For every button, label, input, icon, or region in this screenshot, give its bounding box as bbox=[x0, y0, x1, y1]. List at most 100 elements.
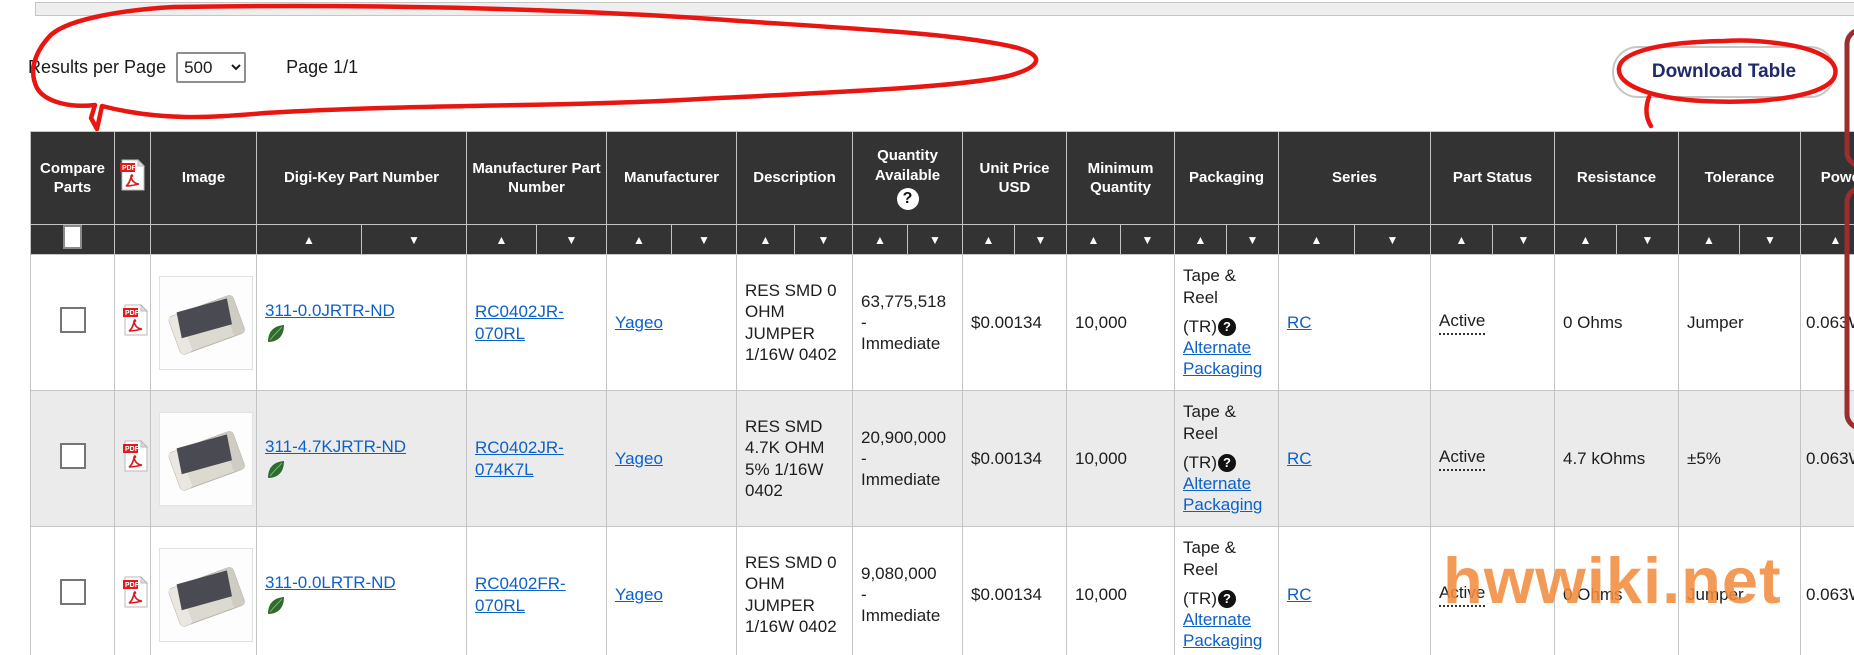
quantity-help-icon[interactable]: ? bbox=[897, 188, 919, 210]
sort-desc-button[interactable]: ▼ bbox=[1226, 225, 1278, 254]
part-status-value: Active bbox=[1439, 446, 1485, 470]
sort-desc-icon: ▼ bbox=[1247, 233, 1259, 247]
sort-asc-button[interactable]: ▲ bbox=[1679, 225, 1739, 254]
sort-asc-button[interactable]: ▲ bbox=[963, 225, 1014, 254]
sort-desc-button[interactable]: ▼ bbox=[671, 225, 736, 254]
header-quantity-available: Quantity Available ? bbox=[853, 132, 963, 225]
alternate-packaging-link[interactable]: Alternate Packaging bbox=[1183, 338, 1262, 378]
sort-asc-button[interactable]: ▲ bbox=[1555, 225, 1616, 254]
sort-desc-button[interactable]: ▼ bbox=[1739, 225, 1800, 254]
sort-asc-button[interactable]: ▲ bbox=[1431, 225, 1492, 254]
dkpn-link[interactable]: 311-0.0LRTR-ND bbox=[265, 573, 396, 592]
compare-cell bbox=[31, 255, 115, 391]
manufacturer-link[interactable]: Yageo bbox=[615, 313, 663, 332]
sort-asc-icon: ▲ bbox=[1703, 233, 1715, 247]
image-cell bbox=[151, 255, 257, 391]
download-table-button[interactable]: Download Table bbox=[1612, 46, 1836, 98]
dkpn-cell: 311-0.0JRTR-ND bbox=[257, 255, 467, 391]
packaging-help-icon[interactable]: ? bbox=[1218, 454, 1236, 472]
sort-desc-button[interactable]: ▼ bbox=[794, 225, 852, 254]
select-all-cell bbox=[31, 225, 115, 255]
sort-asc-icon: ▲ bbox=[983, 233, 995, 247]
header-datasheet: PDF bbox=[115, 132, 151, 225]
rohs-leaf-icon bbox=[265, 459, 287, 481]
dkpn-cell: 311-0.0LRTR-ND bbox=[257, 527, 467, 655]
series-cell: RC bbox=[1279, 527, 1431, 655]
series-link[interactable]: RC bbox=[1287, 449, 1312, 468]
sort-asc-button[interactable]: ▲ bbox=[1175, 225, 1226, 254]
series-link[interactable]: RC bbox=[1287, 313, 1312, 332]
sort-desc-button[interactable]: ▼ bbox=[361, 225, 466, 254]
quantity-available-cell: 63,775,518 - Immediate bbox=[853, 255, 963, 391]
unit-price-cell: $0.00134 bbox=[963, 255, 1067, 391]
compare-checkbox[interactable] bbox=[60, 579, 86, 605]
sort-desc-icon: ▼ bbox=[1764, 233, 1776, 247]
power-cell: 0.063W, 1/16W bbox=[1801, 527, 1854, 655]
sort-desc-button[interactable]: ▼ bbox=[1014, 225, 1066, 254]
table-row: PDF 311-0.0LRTR-ND bbox=[31, 527, 1854, 655]
sort-asc-icon: ▲ bbox=[1088, 233, 1100, 247]
sort-desc-button[interactable]: ▼ bbox=[1492, 225, 1554, 254]
sort-desc-button[interactable]: ▼ bbox=[536, 225, 606, 254]
sort-cell: ▲▼ bbox=[1801, 225, 1854, 255]
product-photo[interactable] bbox=[159, 276, 253, 370]
unit-price-cell: $0.00134 bbox=[963, 527, 1067, 655]
compare-checkbox[interactable] bbox=[60, 443, 86, 469]
sort-asc-button[interactable]: ▲ bbox=[737, 225, 794, 254]
sort-cell: ▲▼ bbox=[607, 225, 737, 255]
dkpn-link[interactable]: 311-4.7KJRTR-ND bbox=[265, 437, 406, 456]
sort-asc-button[interactable]: ▲ bbox=[1279, 225, 1354, 254]
sort-asc-button[interactable]: ▲ bbox=[607, 225, 671, 254]
mpn-link[interactable]: RC0402FR-070RL bbox=[475, 574, 566, 614]
sort-desc-button[interactable]: ▼ bbox=[1354, 225, 1430, 254]
sort-row: ▲▼▲▼▲▼▲▼▲▼▲▼▲▼▲▼▲▼▲▼▲▼▲▼▲▼ bbox=[31, 225, 1854, 255]
sort-desc-button[interactable]: ▼ bbox=[1616, 225, 1678, 254]
annotation-circle-download-tail bbox=[1647, 97, 1651, 126]
packaging-help-icon[interactable]: ? bbox=[1218, 590, 1236, 608]
manufacturer-link[interactable]: Yageo bbox=[615, 449, 663, 468]
results-per-page-label: Results per Page bbox=[28, 57, 166, 78]
compare-cell bbox=[31, 527, 115, 655]
sort-asc-button[interactable]: ▲ bbox=[853, 225, 907, 254]
part-status-value: Active bbox=[1439, 582, 1485, 606]
results-controls: Results per Page 500 Page 1/1 bbox=[28, 52, 358, 83]
results-per-page-select[interactable]: 500 bbox=[176, 52, 246, 83]
pdf-icon[interactable]: PDF bbox=[123, 440, 149, 472]
product-photo[interactable] bbox=[159, 548, 253, 642]
sort-desc-button[interactable]: ▼ bbox=[907, 225, 962, 254]
series-link[interactable]: RC bbox=[1287, 585, 1312, 604]
select-all-checkbox[interactable] bbox=[63, 225, 82, 249]
sort-desc-button[interactable]: ▼ bbox=[1120, 225, 1174, 254]
series-cell: RC bbox=[1279, 391, 1431, 527]
packaging-help-icon[interactable]: ? bbox=[1218, 318, 1236, 336]
manufacturer-link[interactable]: Yageo bbox=[615, 585, 663, 604]
dkpn-cell: 311-4.7KJRTR-ND bbox=[257, 391, 467, 527]
pdf-icon[interactable]: PDF bbox=[123, 576, 149, 608]
compare-checkbox[interactable] bbox=[60, 307, 86, 333]
svg-text:PDF: PDF bbox=[122, 165, 137, 172]
product-photo[interactable] bbox=[159, 412, 253, 506]
header-tolerance: Tolerance bbox=[1679, 132, 1801, 225]
quantity-available-cell: 9,080,000 - Immediate bbox=[853, 527, 963, 655]
sort-asc-button[interactable]: ▲ bbox=[1067, 225, 1120, 254]
sort-asc-icon: ▲ bbox=[1580, 233, 1592, 247]
mpn-link[interactable]: RC0402JR-070RL bbox=[475, 302, 564, 342]
sort-asc-button[interactable]: ▲ bbox=[257, 225, 361, 254]
sort-desc-icon: ▼ bbox=[1642, 233, 1654, 247]
smd-resistor-image bbox=[162, 279, 250, 367]
sort-asc-button[interactable]: ▲ bbox=[1801, 225, 1854, 254]
mpn-link[interactable]: RC0402JR-074K7L bbox=[475, 438, 564, 478]
sort-spacer-pdf bbox=[115, 225, 151, 255]
pdf-icon[interactable]: PDF bbox=[123, 304, 149, 336]
sort-asc-icon: ▲ bbox=[1311, 233, 1323, 247]
manufacturer-cell: Yageo bbox=[607, 255, 737, 391]
alternate-packaging-link[interactable]: Alternate Packaging bbox=[1183, 610, 1262, 650]
sort-asc-button[interactable]: ▲ bbox=[467, 225, 536, 254]
header-power-watts: Power (Watts) bbox=[1801, 132, 1854, 225]
alternate-packaging-link[interactable]: Alternate Packaging bbox=[1183, 474, 1262, 514]
packaging-cell: Tape & Reel (TR)? Alternate Packaging bbox=[1175, 255, 1279, 391]
sort-asc-icon: ▲ bbox=[496, 233, 508, 247]
dkpn-link[interactable]: 311-0.0JRTR-ND bbox=[265, 301, 395, 320]
packaging-cell: Tape & Reel (TR)? Alternate Packaging bbox=[1175, 527, 1279, 655]
minimum-quantity-cell: 10,000 bbox=[1067, 255, 1175, 391]
